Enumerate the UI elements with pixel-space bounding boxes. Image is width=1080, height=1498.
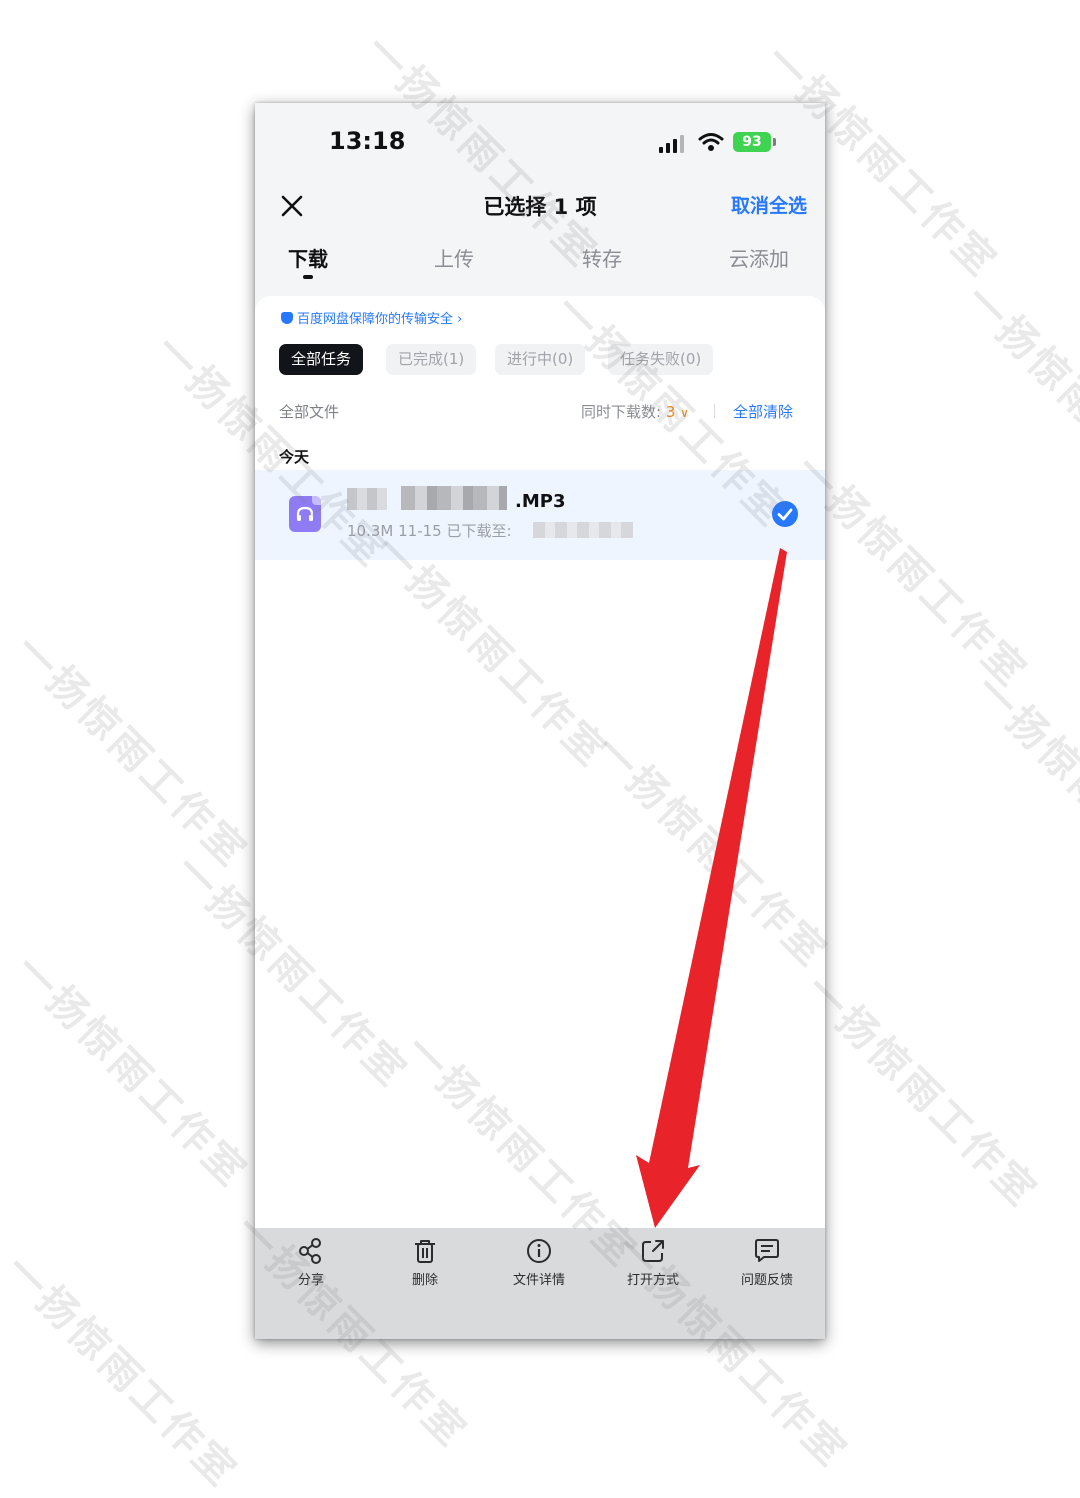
annotation-arrow: [636, 548, 787, 1228]
